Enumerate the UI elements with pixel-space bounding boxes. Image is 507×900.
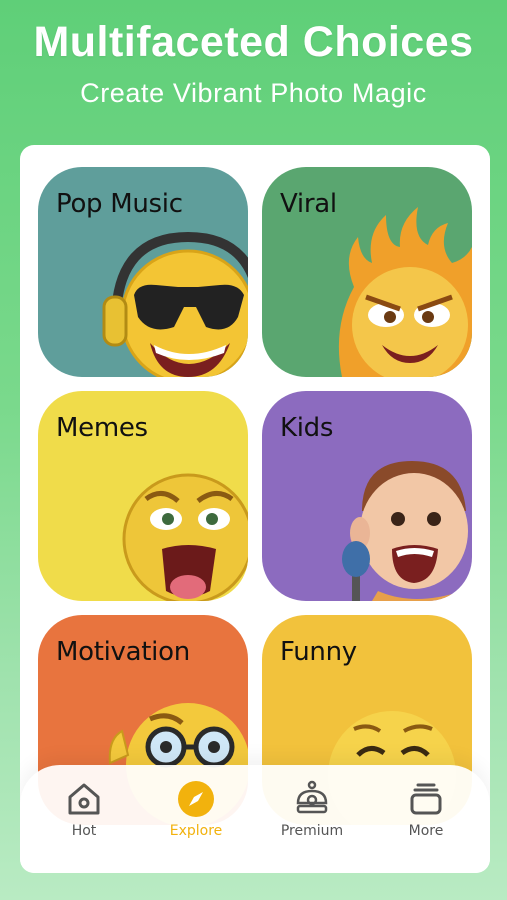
home-icon xyxy=(68,783,100,815)
page-subtitle: Create Vibrant Photo Magic xyxy=(80,78,427,108)
bottom-nav: Hot Explore Premium More xyxy=(20,765,490,873)
category-card-viral[interactable]: Viral xyxy=(262,167,472,377)
category-label-pop-music: Pop Music xyxy=(56,189,183,219)
nav-label-hot: Hot xyxy=(71,823,97,839)
category-label-memes: Memes xyxy=(56,413,148,443)
category-label-viral: Viral xyxy=(280,189,337,219)
nav-item-explore[interactable]: Explore xyxy=(146,779,246,859)
category-label-kids: Kids xyxy=(280,413,334,443)
nav-item-more[interactable]: More xyxy=(376,779,476,859)
compass-icon xyxy=(178,781,214,817)
nav-item-premium[interactable]: Premium xyxy=(262,779,362,859)
category-label-motivation: Motivation xyxy=(56,637,190,667)
category-card-kids[interactable]: Kids xyxy=(262,391,472,601)
page-headline: Multifaceted Choices xyxy=(33,18,474,66)
category-label-funny: Funny xyxy=(280,637,357,667)
nav-item-hot[interactable]: Hot xyxy=(34,779,134,859)
crown-icon xyxy=(296,780,328,814)
nav-label-premium: Premium xyxy=(280,823,344,839)
stack-icon xyxy=(410,783,442,815)
category-panel: Pop Music Viral Memes Kids Motivation Fu… xyxy=(20,145,490,873)
nav-label-explore: Explore xyxy=(169,823,223,839)
nav-label-more: More xyxy=(408,823,444,839)
category-card-pop-music[interactable]: Pop Music xyxy=(38,167,248,377)
category-card-memes[interactable]: Memes xyxy=(38,391,248,601)
